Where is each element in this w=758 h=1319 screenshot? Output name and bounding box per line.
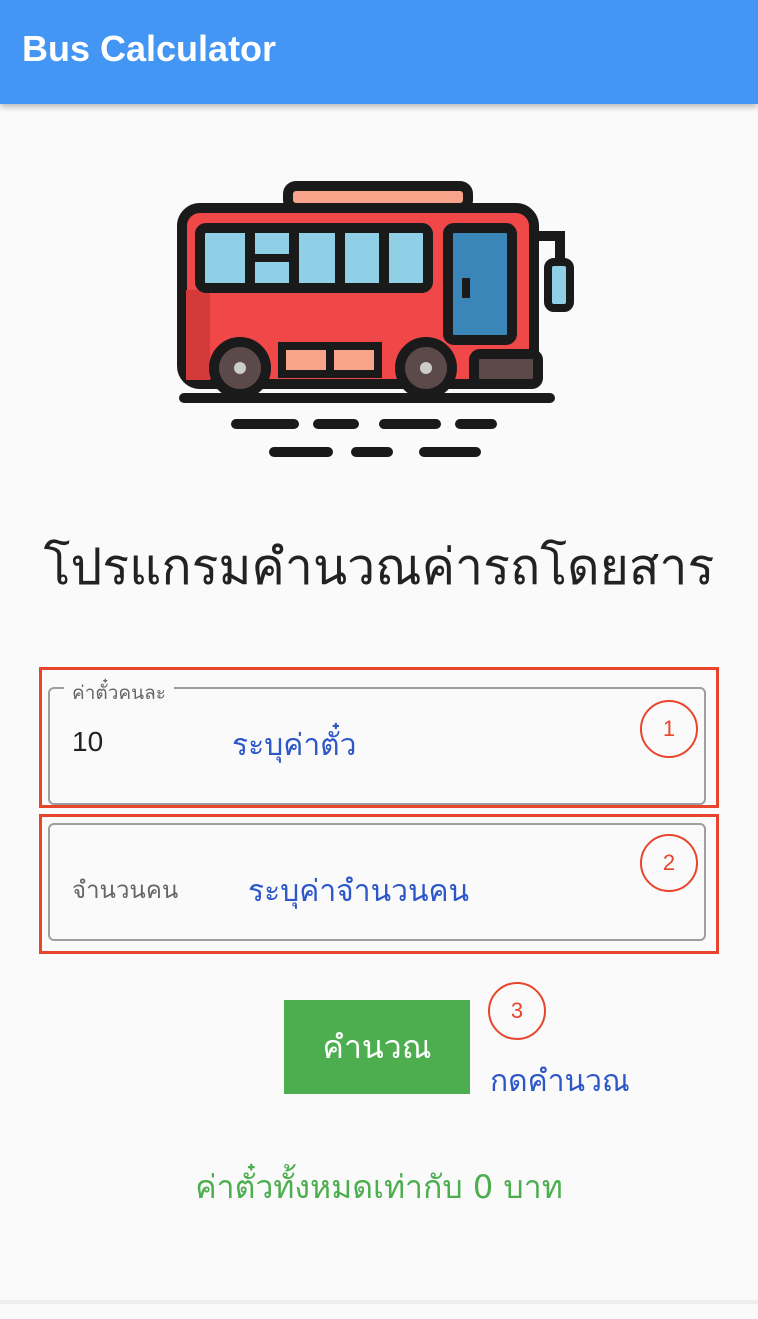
app-bar: Bus Calculator [0,0,758,104]
fare-input-value[interactable]: 10 [72,726,103,758]
app-title: Bus Calculator [22,28,277,69]
calculate-button[interactable]: คำนวณ [284,1000,470,1094]
step-2-badge: 2 [640,834,698,892]
result-text: ค่าตั๋วทั้งหมดเท่ากับ 0 บาท [195,1168,563,1206]
fare-hint: ระบุค่าตั๋ว [232,728,357,763]
people-hint: ระบุค่าจำนวนคน [248,874,470,909]
bottom-divider [0,1300,758,1304]
calculate-hint: กดคำนวณ [490,1064,630,1099]
fare-input-label: ค่าตั๋วคนละ [64,682,174,704]
fare-input[interactable] [48,687,706,805]
page-title: โปรแกรมคำนวณค่ารถโดยสาร [43,538,715,596]
step-1-badge: 1 [640,700,698,758]
bus-icon [177,181,574,457]
people-input-placeholder[interactable]: จำนวนคน [72,870,178,909]
step-3-badge: 3 [488,982,546,1040]
